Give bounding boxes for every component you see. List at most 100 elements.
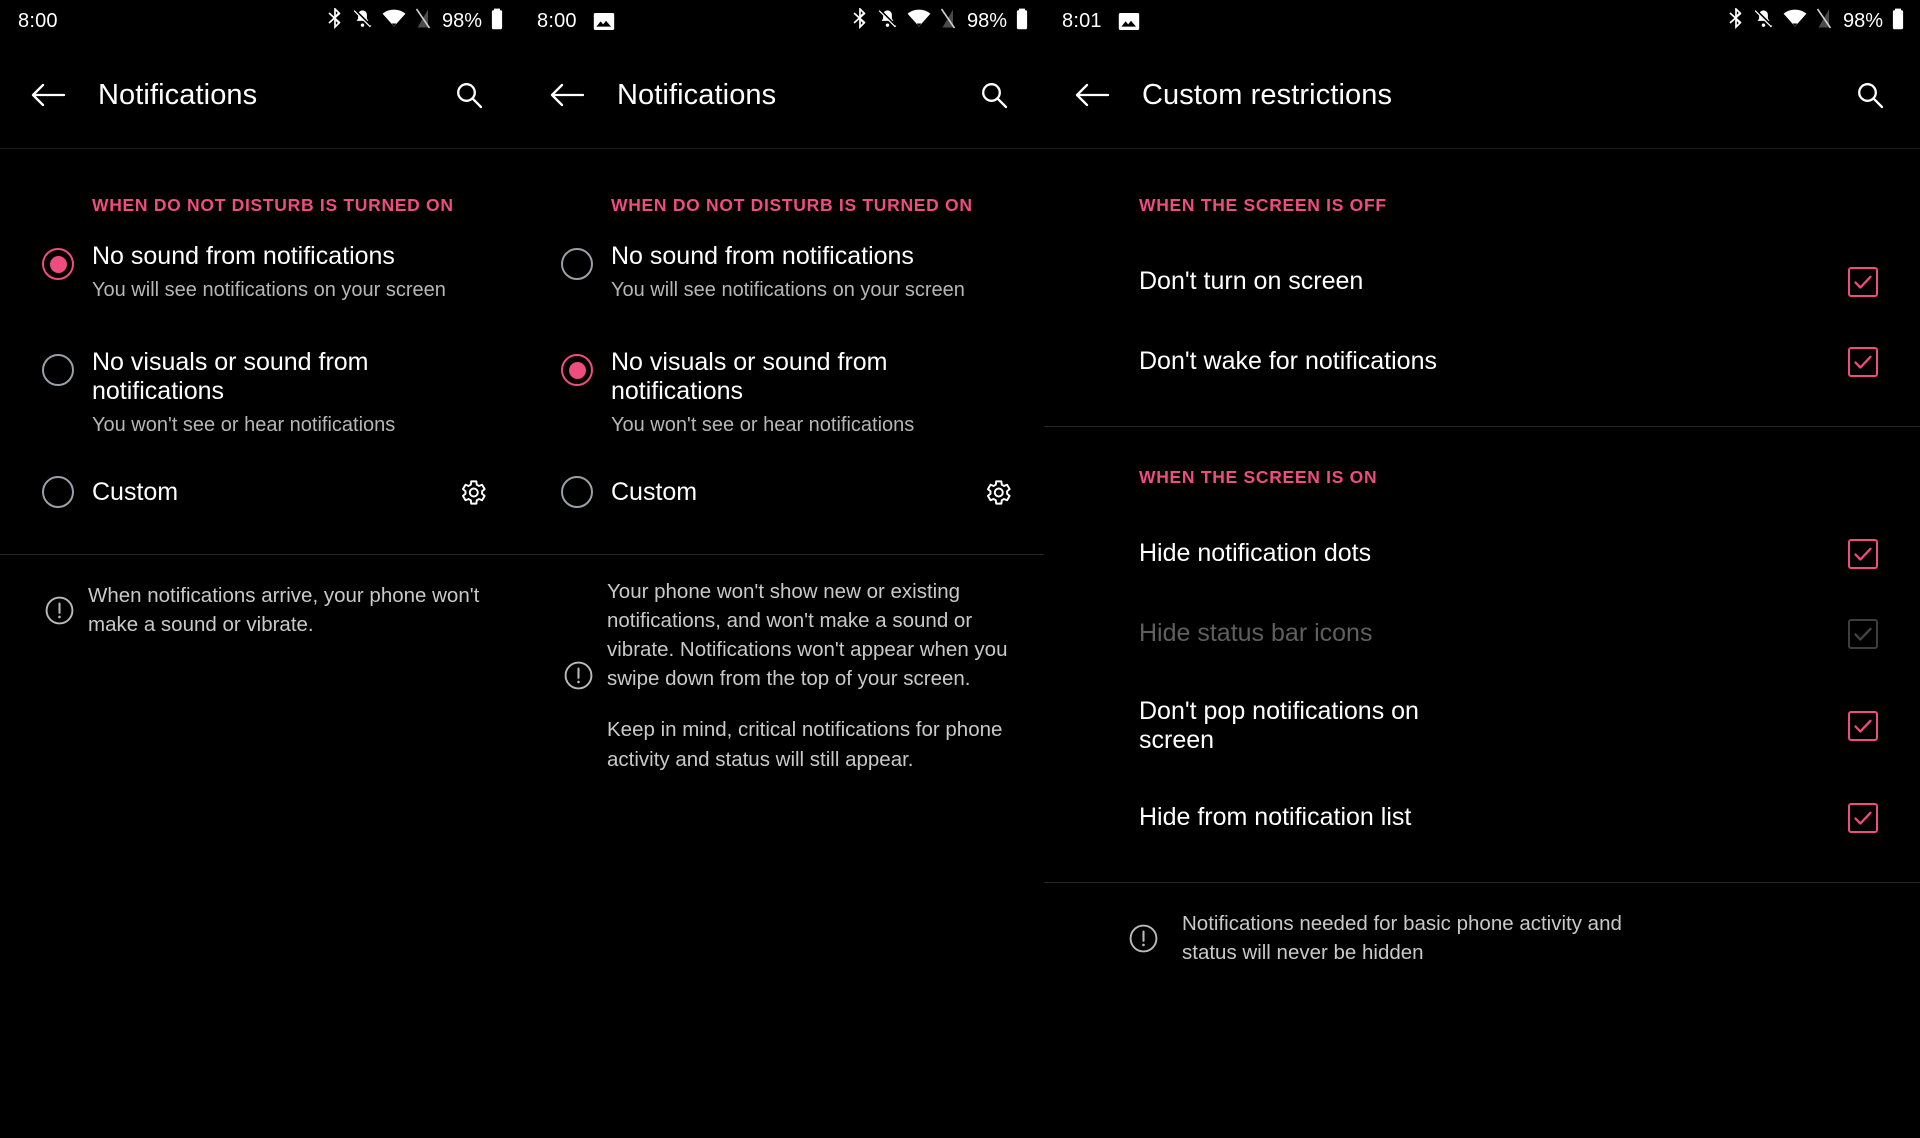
info-row: Notifications needed for basic phone act… [1044,883,1920,967]
radio-title: Custom [611,477,698,506]
radio-row-no-sound[interactable]: No sound from notifications You will see… [0,242,519,338]
checkbox-row-hide-status-bar-icons: Hide status bar icons [1044,594,1920,674]
radio-button-unselected-icon[interactable] [42,354,74,386]
checkbox-checked-icon[interactable] [1848,803,1878,833]
checkbox-row-dont-pop-notifications-on-screen[interactable]: Don't pop notifications on screen [1044,674,1920,778]
info-row: When notifications arrive, your phone wo… [0,555,519,639]
section-header-screen-off: WHEN THE SCREEN IS OFF [1139,195,1387,215]
back-arrow-icon[interactable] [24,71,72,119]
bluetooth-icon [852,6,868,34]
status-bar-icons: 98% [852,6,1028,35]
checkbox-label: Hide status bar icons [1139,619,1373,648]
checkbox-label: Hide from notification list [1139,803,1412,832]
gear-icon[interactable] [449,477,495,508]
battery-percentage: 98% [441,9,482,32]
checkbox-row-dont-turn-on-screen[interactable]: Don't turn on screen [1044,242,1920,322]
notifications-muted-icon [352,8,373,34]
radio-indicator-wrap [543,242,611,280]
radio-text-block: No sound from notifications You will see… [611,242,1020,302]
checkbox-checked-icon[interactable] [1848,267,1878,297]
checkbox-checked-icon[interactable] [1848,347,1878,377]
battery-percentage: 98% [1842,9,1883,32]
search-icon[interactable] [970,71,1018,119]
battery-percentage: 98% [966,9,1007,32]
radio-indicator-wrap [24,242,92,280]
battery-icon [1892,8,1904,35]
checkbox-label: Don't pop notifications on screen [1139,696,1419,755]
radio-button-unselected-icon[interactable] [561,248,593,280]
photo-icon [1118,12,1140,31]
group-screen-off: Don't turn on screen Don't wake for noti… [1044,216,1920,402]
wifi-icon [907,9,931,33]
radio-button-unselected-icon[interactable] [42,476,74,508]
radio-button-selected-icon[interactable] [561,354,593,386]
radio-text-block: Custom [92,478,449,507]
signal-off-icon [1816,8,1832,34]
screen-notifications-sound-selected: 8:00 98% Notifications WHEN DO NOT DISTU… [0,0,519,1138]
radio-subtitle: You will see notifications on your scree… [92,278,446,301]
bluetooth-icon [1728,6,1744,34]
section-header-dnd: WHEN DO NOT DISTURB IS TURNED ON [611,195,973,215]
photo-icon [593,12,615,31]
status-bar-clock: 8:00 [18,9,58,32]
wifi-icon [1783,9,1807,33]
page-title: Notifications [617,78,777,111]
radio-text-block: No visuals or sound from notifications Y… [92,348,495,437]
signal-off-icon [940,8,956,34]
status-bar-clock: 8:00 [537,9,577,32]
status-bar-icons: 98% [327,6,503,35]
radio-row-custom[interactable]: Custom [0,450,519,534]
search-icon[interactable] [445,71,493,119]
wifi-icon [382,9,406,33]
checkbox-label: Don't wake for notifications [1139,347,1437,376]
info-text: Notifications needed for basic phone act… [1172,909,1642,967]
app-bar: Custom restrictions [1044,42,1920,149]
info-paragraph: When notifications arrive, your phone wo… [88,584,480,637]
info-circle-icon [30,595,88,626]
radio-title: Custom [92,477,179,506]
radio-row-custom[interactable]: Custom [519,450,1044,534]
page-title: Custom restrictions [1142,78,1393,111]
radio-title: No sound from notifications [92,242,395,270]
screen-custom-restrictions: 8:01 98% Custom restrictions WHEN THE SC… [1044,0,1920,1138]
checkbox-label: Don't turn on screen [1139,267,1364,296]
info-paragraph: Notifications needed for basic phone act… [1182,912,1622,965]
section-header-dnd: WHEN DO NOT DISTURB IS TURNED ON [92,195,454,215]
info-paragraph: Keep in mind, critical notifications for… [607,718,1003,771]
radio-text-block: No sound from notifications You will see… [92,242,495,302]
section-header-screen-on: WHEN THE SCREEN IS ON [1139,467,1378,487]
notifications-muted-icon [877,8,898,34]
radio-title: No sound from notifications [611,242,914,270]
checkbox-row-hide-from-notification-list[interactable]: Hide from notification list [1044,778,1920,858]
status-bar-clock: 8:01 [1062,9,1102,32]
radio-row-no-visuals-or-sound[interactable]: No visuals or sound from notifications Y… [519,348,1044,444]
checkbox-checked-icon[interactable] [1848,539,1878,569]
app-bar: Notifications [519,42,1044,149]
radio-button-selected-icon[interactable] [42,248,74,280]
back-arrow-icon[interactable] [543,71,591,119]
radio-title: No visuals or sound from notifications [92,348,369,405]
status-bar: 8:00 98% [0,0,519,42]
search-icon[interactable] [1846,71,1894,119]
checkbox-checked-disabled-icon [1848,619,1878,649]
info-text: When notifications arrive, your phone wo… [88,581,485,639]
radio-indicator-wrap [543,348,611,386]
radio-row-no-visuals-or-sound[interactable]: No visuals or sound from notifications Y… [0,348,519,444]
checkbox-checked-icon[interactable] [1848,711,1878,741]
checkbox-row-dont-wake-for-notifications[interactable]: Don't wake for notifications [1044,322,1920,402]
notifications-muted-icon [1753,8,1774,34]
radio-row-no-sound[interactable]: No sound from notifications You will see… [519,242,1044,338]
info-paragraph: Your phone won't show new or existing no… [607,580,1008,691]
radio-button-unselected-icon[interactable] [561,476,593,508]
radio-subtitle: You will see notifications on your scree… [611,278,965,301]
gear-icon[interactable] [974,477,1020,508]
info-text: Your phone won't show new or existing no… [607,577,1010,774]
radio-text-block: Custom [611,478,974,507]
page-title: Notifications [98,78,258,111]
info-circle-icon [1114,923,1172,954]
group-screen-on: Hide notification dots Hide status bar i… [1044,488,1920,858]
status-bar-icons: 98% [1728,6,1904,35]
radio-subtitle: You won't see or hear notifications [92,413,396,436]
back-arrow-icon[interactable] [1068,71,1116,119]
checkbox-row-hide-notification-dots[interactable]: Hide notification dots [1044,514,1920,594]
